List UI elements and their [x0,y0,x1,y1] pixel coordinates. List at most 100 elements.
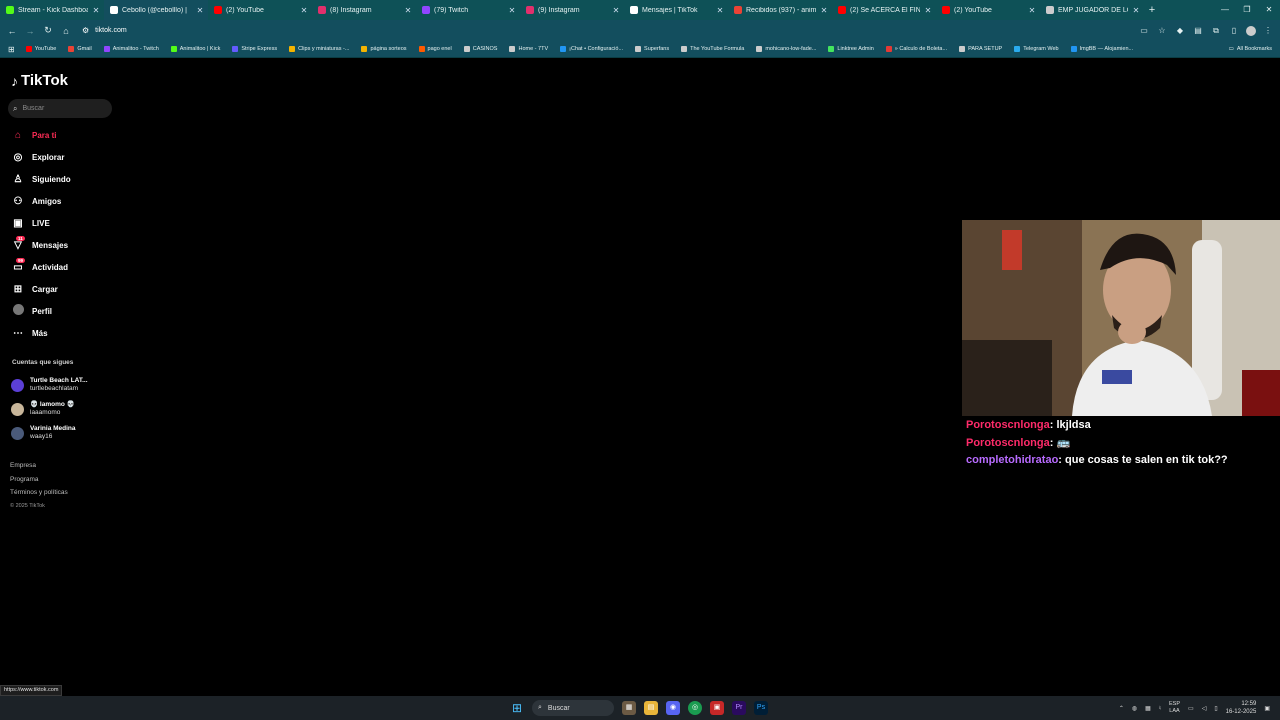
extension-icon[interactable]: ◆ [1174,25,1186,37]
browser-tab[interactable]: Stream - Kick Dashboard ✕ [0,0,104,20]
all-bookmarks-button[interactable]: ▭ All Bookmarks [1224,46,1280,52]
file-explorer-icon[interactable]: ▤ [644,701,658,715]
sidebar-item-profile[interactable]: Perfil [0,300,125,322]
display-icon[interactable]: ▭ [1188,705,1194,712]
sidebar-item-following[interactable]: ♙ Siguiendo [0,168,125,190]
browser-tab[interactable]: Mensajes | TikTok ✕ [624,0,728,20]
side-panel-icon[interactable]: ▯ [1228,25,1240,37]
bookmark-item[interactable]: Animalitoo - Twitch [99,46,164,52]
following-accounts-list: Turtle Beach LAT... turtlebeachlatam 💀 lam… [11,373,121,445]
tray-expand-icon[interactable]: ⌃ [1119,705,1124,712]
windows-start-icon[interactable]: ⊞ [510,701,524,715]
photoshop-icon[interactable]: Ps [754,701,768,715]
discord-icon[interactable]: ◉ [666,701,680,715]
network-icon[interactable]: ▦ [1145,705,1151,712]
notifications-icon[interactable]: ▣ [1264,705,1270,712]
browser-tab[interactable]: (2) YouTube ✕ [208,0,312,20]
bookmark-item[interactable]: Superfans [630,46,674,52]
browser-tab[interactable]: (2) YouTube ✕ [936,0,1040,20]
cast-icon[interactable]: ▭ [1138,25,1150,37]
forward-icon[interactable]: → [24,26,36,36]
bookmark-item[interactable]: página sorteos [356,46,411,52]
tab-close-icon[interactable]: ✕ [92,6,100,15]
site-info-icon[interactable]: ⚙ [82,26,89,35]
sidebar-item-live[interactable]: ▣ LIVE [0,212,125,234]
tab-close-icon[interactable]: ✕ [612,6,620,15]
tab-close-icon[interactable]: ✕ [1132,6,1140,15]
tab-close-icon[interactable]: ✕ [508,6,516,15]
maximize-icon[interactable]: ❐ [1236,0,1258,20]
bookmark-star-icon[interactable]: ☆ [1156,25,1168,37]
sidebar-item-friends[interactable]: ⚇ Amigos [0,190,125,212]
bookmark-item[interactable]: ImgBB — Alojamien... [1066,46,1139,52]
extensions-puzzle-icon[interactable]: ⧉ [1210,25,1222,37]
bookmark-label: mohicano-low-fade... [765,46,817,52]
search-input[interactable]: ⌕ Buscar [8,99,112,118]
apps-grid-icon[interactable]: ⊞ [4,45,19,54]
bookmark-item[interactable]: CASINOS [459,46,503,52]
reload-icon[interactable]: ↻ [42,25,54,36]
bookmark-item[interactable]: YouTube [21,46,62,52]
premiere-icon[interactable]: Pr [732,701,746,715]
footer-link-terms[interactable]: Términos y políticas [10,486,68,500]
bookmark-item[interactable]: The YouTube Formula [676,46,749,52]
bookmark-item[interactable]: Clips y miniaturas -... [284,46,354,52]
bookmark-item[interactable]: pago enel [414,46,457,52]
bookmark-item[interactable]: Animalitoo | Kick [166,46,226,52]
chrome-icon[interactable]: ◎ [688,701,702,715]
tab-close-icon[interactable]: ✕ [924,6,932,15]
url-field[interactable]: ⚙ tiktok.com [78,23,1132,38]
tab-close-icon[interactable]: ✕ [820,6,828,15]
sidebar-item-more[interactable]: ⋯ Más [0,322,125,344]
browser-tab[interactable]: (8) Instagram ✕ [312,0,416,20]
bookmark-item[interactable]: Gmail [63,46,96,52]
app-icon[interactable]: ▣ [710,701,724,715]
tray-app-icon[interactable]: ◍ [1132,705,1137,712]
taskbar-search[interactable]: ⌕ Buscar [532,700,614,716]
bookmark-item[interactable]: Linktree Admin [823,46,878,52]
bookmark-item[interactable]: PARA SETUP [954,46,1007,52]
tab-close-icon[interactable]: ✕ [1028,6,1036,15]
browser-tab[interactable]: Recibidos (937) - animali ✕ [728,0,832,20]
sidebar-item-upload[interactable]: ⊞ Cargar [0,278,125,300]
extension-icon[interactable]: ▤ [1192,25,1204,37]
bookmark-item[interactable]: mohicano-low-fade... [751,46,821,52]
browser-menu-icon[interactable]: ⋮ [1262,25,1274,37]
followed-account[interactable]: Varinia Medina waay16 [11,421,121,445]
browser-tab[interactable]: EMP JUGADOR DE LOL - ✕ [1040,0,1144,20]
profile-avatar-icon[interactable] [1246,25,1256,36]
home-browser-icon[interactable]: ⌂ [60,26,72,36]
new-tab-button[interactable]: + [1144,4,1160,16]
bookmark-item[interactable]: Home - 7TV [504,46,553,52]
browser-tab[interactable]: (9) Instagram ✕ [520,0,624,20]
sidebar-item-compass[interactable]: ◎ Explorar [0,146,125,168]
bookmark-item[interactable]: ¡Chat • Configuració... [555,46,628,52]
tiktok-logo[interactable]: ♪ TikTok [11,72,68,89]
close-window-icon[interactable]: ✕ [1258,0,1280,20]
sidebar-item-messages[interactable]: ▽ 11 Mensajes [0,234,125,256]
volume-icon[interactable]: ◁ [1202,705,1207,712]
language-indicator[interactable]: ESP LAA [1169,701,1180,715]
task-view-icon[interactable]: ▦ [622,701,636,715]
bookmark-item[interactable]: Telegram Web [1009,46,1063,52]
browser-tab[interactable]: Cebollo (@cebolllo) | ✕ [104,0,208,20]
sidebar-item-activity[interactable]: ▭ 99 Actividad [0,256,125,278]
bookmark-item[interactable]: » Calculo de Boleta... [881,46,952,52]
clock[interactable]: 12:59 16-12-2025 [1226,700,1257,716]
sidebar-item-home[interactable]: ⌂ Para ti [0,124,125,146]
footer-link-program[interactable]: Programa [10,473,68,487]
browser-tab[interactable]: (79) Twitch ✕ [416,0,520,20]
tab-close-icon[interactable]: ✕ [196,6,204,15]
minimize-icon[interactable]: — [1214,0,1236,20]
tab-close-icon[interactable]: ✕ [716,6,724,15]
footer-link-company[interactable]: Empresa [10,459,68,473]
followed-account[interactable]: Turtle Beach LAT... turtlebeachlatam [11,373,121,397]
battery-icon[interactable]: ▯ [1214,705,1217,712]
browser-tab[interactable]: (2) Se ACERCA El FINAL d ✕ [832,0,936,20]
followed-account[interactable]: 💀 lamomo 💀 laaamomo [11,397,121,421]
bookmark-item[interactable]: Stripe Express [227,46,282,52]
tab-close-icon[interactable]: ✕ [404,6,412,15]
microphone-icon[interactable]: ♮ [1159,705,1161,712]
tab-close-icon[interactable]: ✕ [300,6,308,15]
back-icon[interactable]: ← [6,26,18,36]
